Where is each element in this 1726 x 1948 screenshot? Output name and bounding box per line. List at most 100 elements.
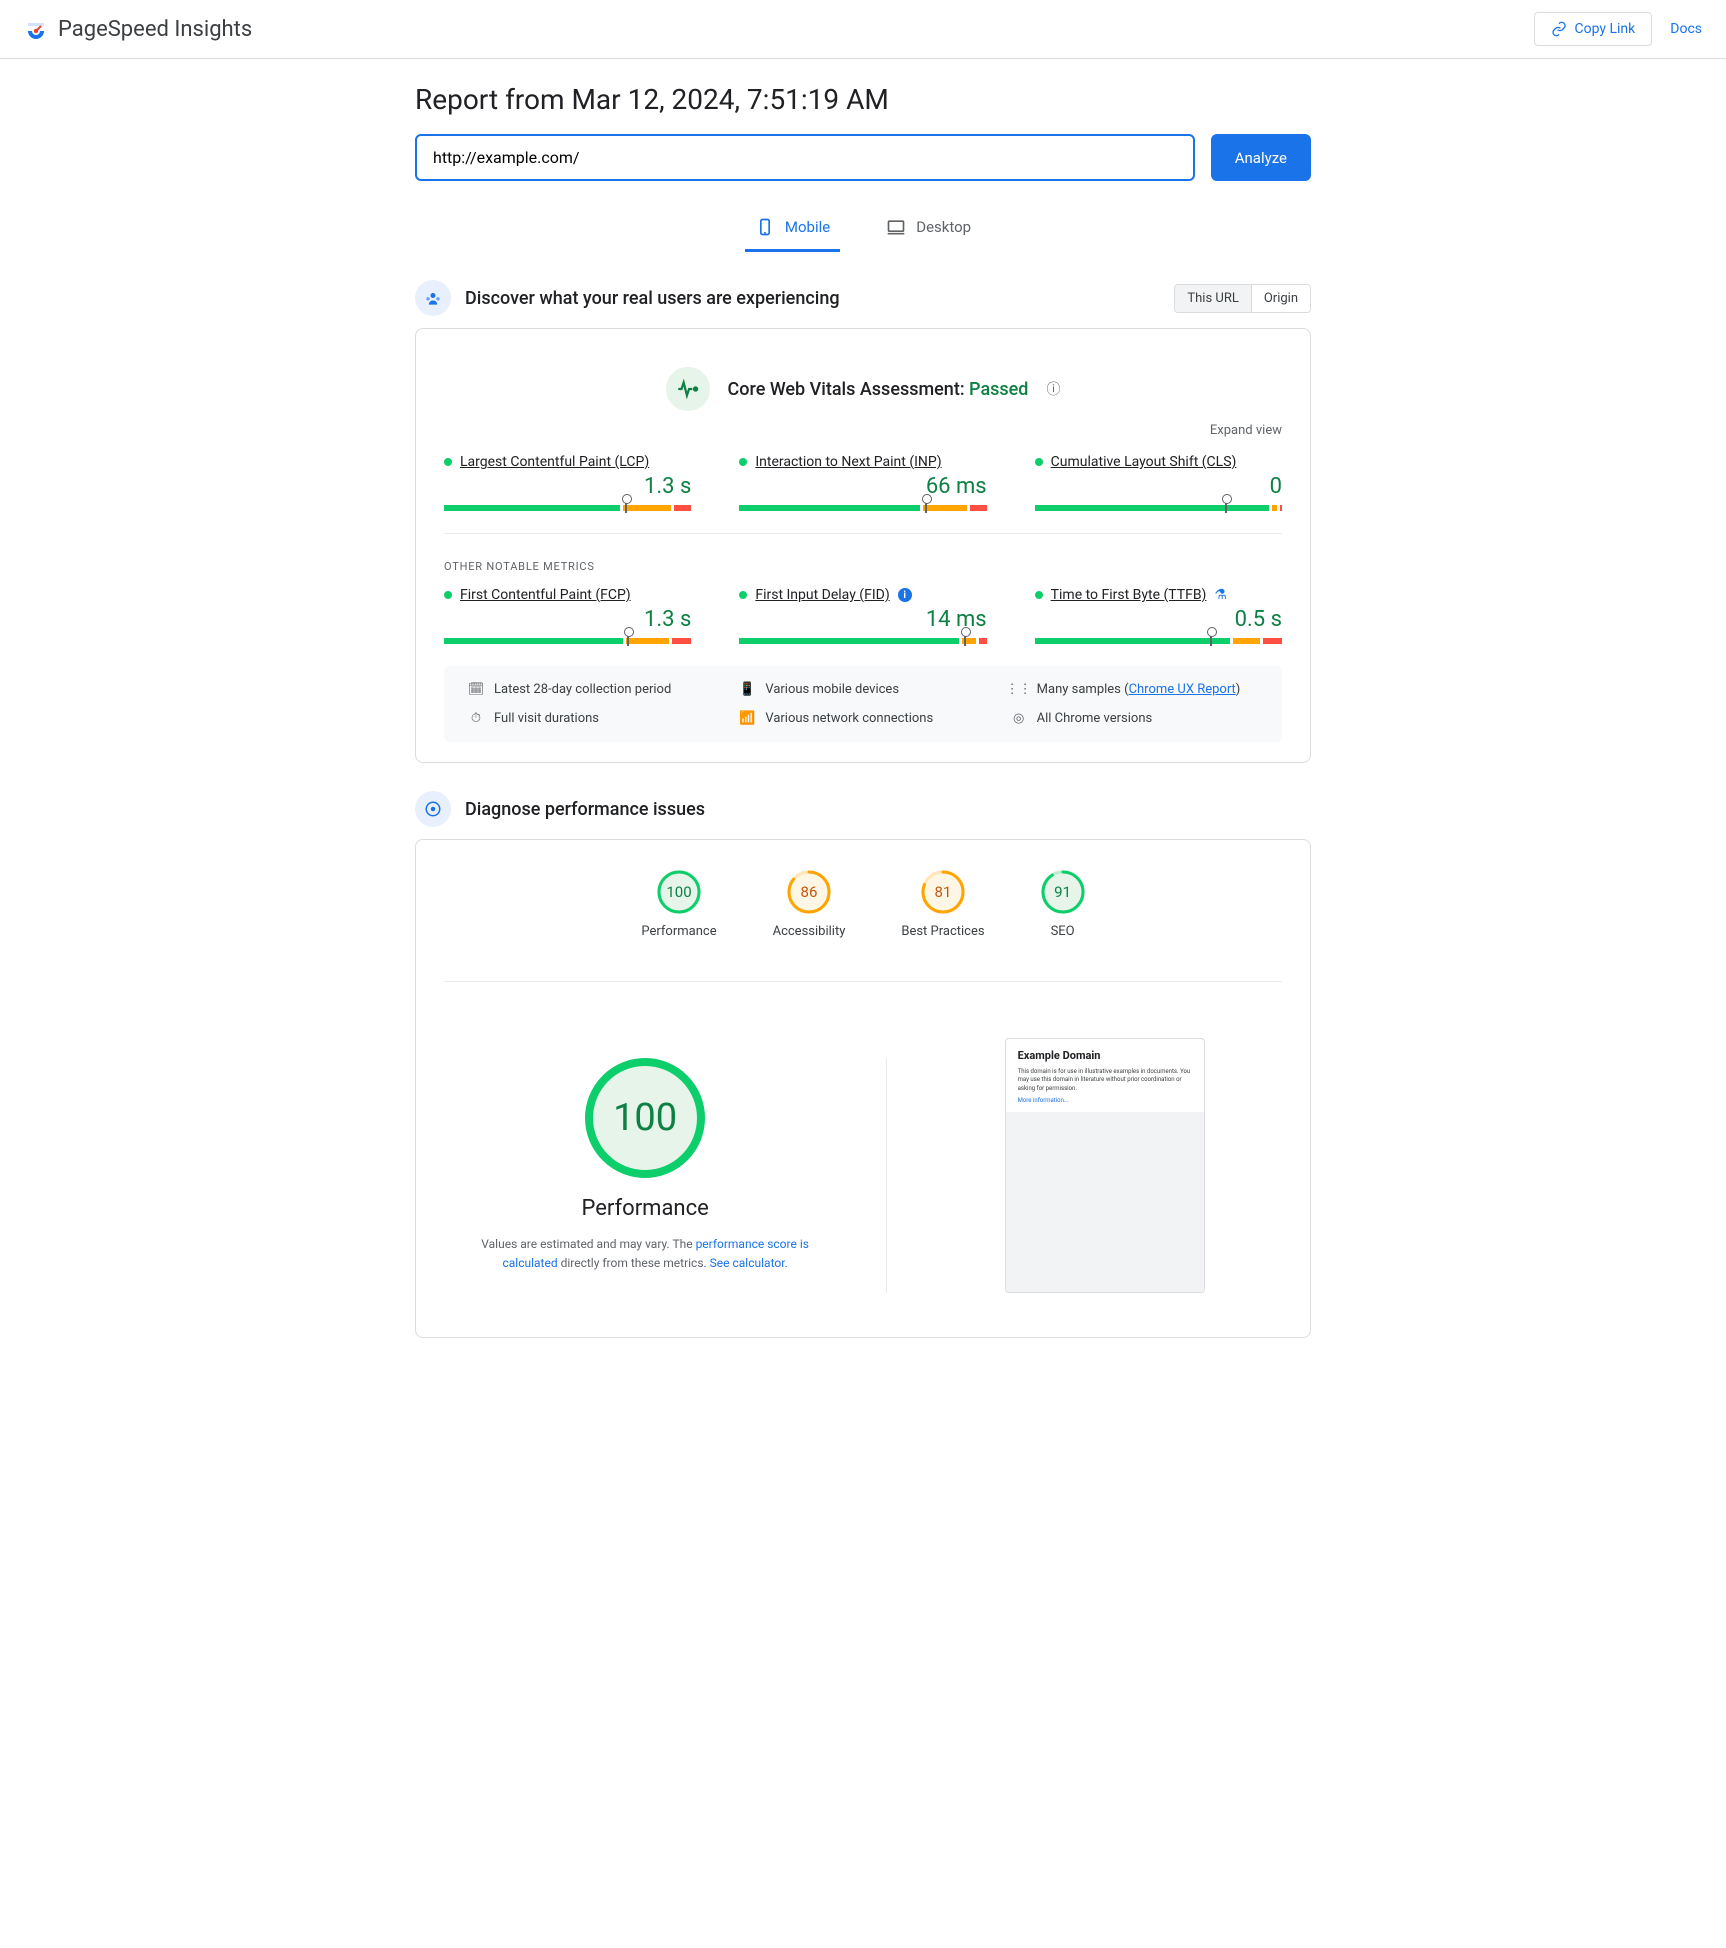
expand-view-link[interactable]: Expand view [444,423,1282,438]
copy-link-label: Copy Link [1575,21,1636,37]
see-calculator-link[interactable]: See calculator. [710,1256,788,1270]
lighthouse-section-title: Diagnose performance issues [465,799,1311,820]
lighthouse-card: 100 Performance 86 Accessibility 81 Best… [415,839,1311,1338]
distribution-bar [739,505,986,511]
score-label: Performance [641,924,716,939]
cwv-status: Passed [969,379,1028,400]
tab-desktop-label: Desktop [916,218,971,236]
samples-icon: ⋮⋮ [1011,682,1027,697]
meta-period: 🗓Latest 28-day collection period [468,682,715,697]
lighthouse-section-icon [415,791,451,827]
info-badge-icon[interactable]: i [898,588,912,602]
status-dot-icon [739,591,747,599]
crux-section-icon [415,280,451,316]
performance-description: Values are estimated and may vary. The p… [465,1235,825,1273]
url-input[interactable] [415,134,1195,181]
metric-name: First Contentful Paint (FCP) [460,587,631,603]
meta-samples: ⋮⋮Many samples (Chrome UX Report) [1011,682,1258,697]
chrome-icon: ◎ [1011,711,1027,726]
meta-durations: ⏱Full visit durations [468,711,715,726]
desktop-icon [886,217,906,237]
calendar-icon: 🗓 [468,682,484,697]
users-icon [423,288,443,308]
vertical-divider [886,1058,887,1293]
metric-value: 0 [1035,474,1282,499]
device-tabs: Mobile Desktop [415,209,1311,252]
distribution-bar [739,638,986,644]
performance-big-gauge: 100 [585,1058,705,1178]
metric-cls[interactable]: Cumulative Layout Shift (CLS) 0 [1035,454,1282,511]
metric-value: 66 ms [739,474,986,499]
cwv-assessment: Core Web Vitals Assessment: Passed [728,379,1029,400]
network-icon: 📶 [739,711,755,726]
distribution-bar [444,505,691,511]
metric-value: 1.3 s [444,474,691,499]
status-dot-icon [444,591,452,599]
cwv-pass-icon [666,367,710,411]
link-icon [1551,21,1567,37]
other-metrics-header: OTHER NOTABLE METRICS [444,560,1282,573]
tab-desktop[interactable]: Desktop [876,209,981,252]
distribution-bar [1035,505,1282,511]
metric-value: 1.3 s [444,607,691,632]
docs-link[interactable]: Docs [1670,21,1702,37]
preview-more-link: More information... [1018,1097,1192,1104]
crux-section-title: Discover what your real users are experi… [465,288,1160,309]
tab-mobile-label: Mobile [785,218,830,236]
metric-fcp[interactable]: First Contentful Paint (FCP) 1.3 s [444,587,691,644]
preview-body [1006,1112,1204,1292]
metric-inp[interactable]: Interaction to Next Paint (INP) 66 ms [739,454,986,511]
distribution-bar [1035,638,1282,644]
metric-fid[interactable]: First Input Delay (FID) i 14 ms [739,587,986,644]
crux-meta: 🗓Latest 28-day collection period 📱Variou… [444,666,1282,742]
toggle-this-url[interactable]: This URL [1175,285,1250,312]
meta-versions: ◎All Chrome versions [1011,711,1258,726]
metric-value: 14 ms [739,607,986,632]
flask-icon[interactable]: ⚗ [1214,587,1227,603]
preview-text: This domain is for use in illustrative e… [1018,1068,1192,1093]
analyze-button[interactable]: Analyze [1211,134,1311,181]
metric-name: First Input Delay (FID) [755,587,889,603]
status-dot-icon [1035,591,1043,599]
score-accessibility[interactable]: 86 Accessibility [773,870,846,939]
brand[interactable]: PageSpeed Insights [24,17,252,42]
preview-title: Example Domain [1018,1049,1192,1062]
status-dot-icon [739,458,747,466]
report-title: Report from Mar 12, 2024, 7:51:19 AM [415,83,1311,116]
score-label: Best Practices [901,924,984,939]
meta-devices: 📱Various mobile devices [739,682,986,697]
score-label: Accessibility [773,924,846,939]
devices-icon: 📱 [739,682,755,697]
metric-name: Time to First Byte (TTFB) [1051,587,1207,603]
info-icon[interactable]: ⓘ [1046,379,1060,399]
metric-name: Largest Contentful Paint (LCP) [460,454,649,470]
metric-lcp[interactable]: Largest Contentful Paint (LCP) 1.3 s [444,454,691,511]
score-seo[interactable]: 91 SEO [1041,870,1085,939]
toggle-origin[interactable]: Origin [1251,285,1310,312]
score-performance[interactable]: 100 Performance [641,870,716,939]
metric-value: 0.5 s [1035,607,1282,632]
pagespeed-logo-icon [24,17,48,41]
pulse-icon [675,376,701,402]
scope-toggle: This URL Origin [1174,284,1311,313]
performance-big-title: Performance [581,1196,708,1221]
copy-link-button[interactable]: Copy Link [1534,12,1653,46]
metric-ttfb[interactable]: Time to First Byte (TTFB) ⚗ 0.5 s [1035,587,1282,644]
meta-networks: 📶Various network connections [739,711,986,726]
clock-icon: ⏱ [468,711,484,726]
page-preview: Example Domain This domain is for use in… [1005,1038,1205,1293]
crux-report-link[interactable]: Chrome UX Report [1129,682,1236,697]
metric-name: Cumulative Layout Shift (CLS) [1051,454,1237,470]
cwv-label: Core Web Vitals Assessment: [728,379,970,400]
status-dot-icon [1035,458,1043,466]
metric-name: Interaction to Next Paint (INP) [755,454,941,470]
crux-card: Core Web Vitals Assessment: Passed ⓘ Exp… [415,328,1311,763]
mobile-icon [755,217,775,237]
distribution-bar [444,638,691,644]
diagnose-icon [424,800,442,818]
brand-text: PageSpeed Insights [58,17,252,42]
tab-mobile[interactable]: Mobile [745,209,840,252]
score-best[interactable]: 81 Best Practices [901,870,984,939]
status-dot-icon [444,458,452,466]
score-label: SEO [1051,924,1075,939]
